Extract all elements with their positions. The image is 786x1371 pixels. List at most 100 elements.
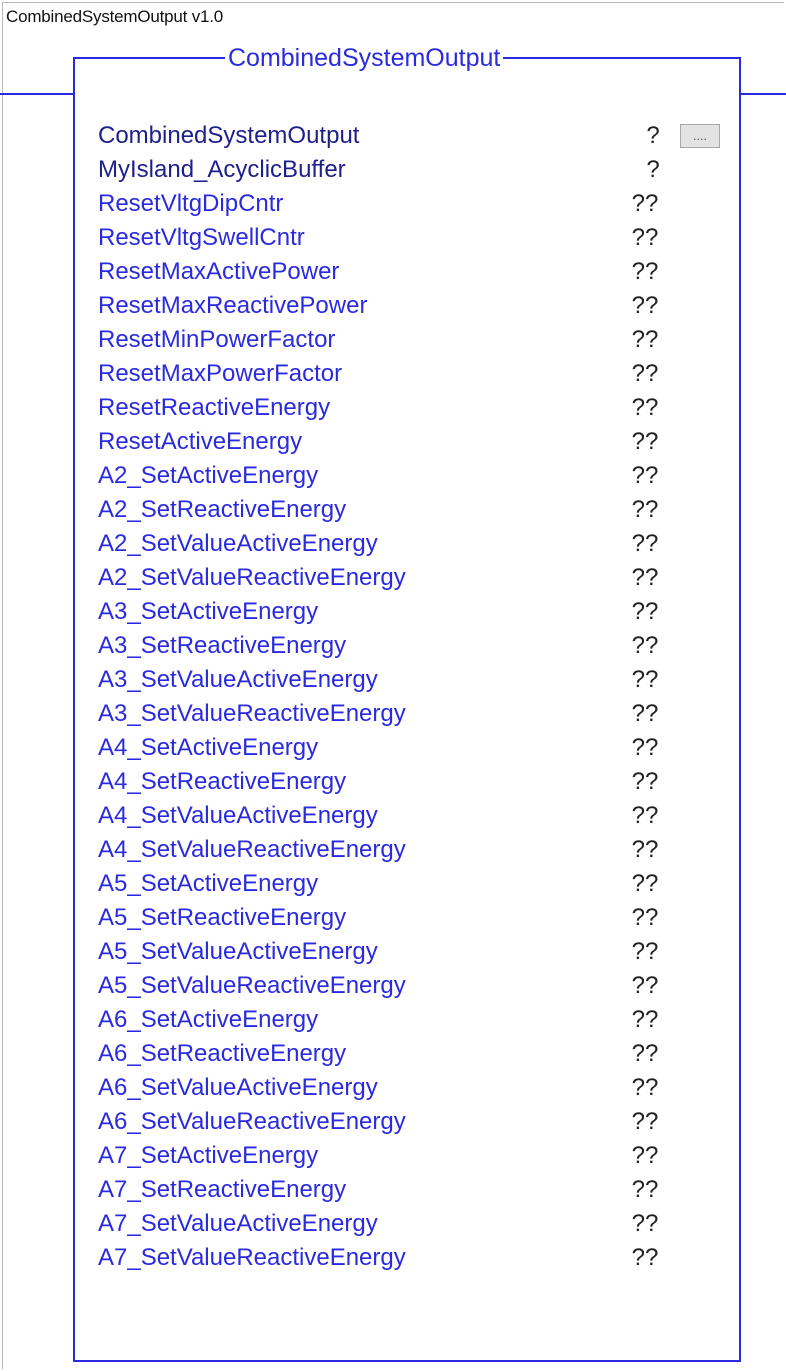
parameter-name: A6_SetValueReactiveEnergy xyxy=(98,1108,406,1135)
parameter-name: A6_SetActiveEnergy xyxy=(98,1006,319,1033)
parameter-value[interactable]: ?? xyxy=(625,255,665,289)
parameter-value[interactable]: ?? xyxy=(625,867,665,901)
parameter-row[interactable]: A4_SetActiveEnergy?? xyxy=(98,731,728,765)
parameter-value[interactable]: ?? xyxy=(625,833,665,867)
parameter-row[interactable]: A3_SetValueReactiveEnergy?? xyxy=(98,697,728,731)
parameter-row[interactable]: ResetMaxReactivePower?? xyxy=(98,289,728,323)
parameter-value[interactable]: ?? xyxy=(625,595,665,629)
parameter-name: A7_SetReactiveEnergy xyxy=(98,1176,347,1203)
parameter-row[interactable]: A7_SetActiveEnergy?? xyxy=(98,1139,728,1173)
instruction-name-version: CombinedSystemOutput v1.0 xyxy=(6,7,224,26)
parameter-value[interactable]: ?? xyxy=(625,1071,665,1105)
parameter-value[interactable]: ?? xyxy=(625,1003,665,1037)
block-title: CombinedSystemOutput xyxy=(225,45,504,71)
parameter-value[interactable]: ?? xyxy=(625,1139,665,1173)
rung-wire-right xyxy=(740,93,786,95)
parameter-value[interactable]: ?? xyxy=(625,1173,665,1207)
parameter-value[interactable]: ?? xyxy=(625,425,665,459)
parameter-row[interactable]: ResetVltgSwellCntr?? xyxy=(98,221,728,255)
parameter-name: A3_SetActiveEnergy xyxy=(98,598,319,625)
rung-wire-left xyxy=(0,93,74,95)
parameter-row[interactable]: A4_SetValueActiveEnergy?? xyxy=(98,799,728,833)
parameter-value[interactable]: ?? xyxy=(625,969,665,1003)
function-block-instruction[interactable]: CombinedSystemOutput CombinedSystemOutpu… xyxy=(73,45,741,1362)
parameter-value[interactable]: ? xyxy=(638,119,668,153)
parameter-value[interactable]: ?? xyxy=(625,731,665,765)
parameter-row[interactable]: A7_SetValueActiveEnergy?? xyxy=(98,1207,728,1241)
parameter-name: A5_SetActiveEnergy xyxy=(98,870,319,897)
parameter-row[interactable]: A7_SetValueReactiveEnergy?? xyxy=(98,1241,728,1275)
parameter-value[interactable]: ?? xyxy=(625,697,665,731)
parameter-row[interactable]: A5_SetValueActiveEnergy?? xyxy=(98,935,728,969)
parameter-value[interactable]: ?? xyxy=(625,323,665,357)
parameter-value[interactable]: ?? xyxy=(625,527,665,561)
parameter-value[interactable]: ?? xyxy=(625,221,665,255)
parameter-name: A5_SetValueActiveEnergy xyxy=(98,938,378,965)
parameter-name: A6_SetValueActiveEnergy xyxy=(98,1074,378,1101)
parameter-name: CombinedSystemOutput xyxy=(98,122,360,149)
parameter-name: ResetMinPowerFactor xyxy=(98,326,336,353)
parameter-value[interactable]: ?? xyxy=(625,765,665,799)
parameter-value[interactable]: ?? xyxy=(625,459,665,493)
parameter-name: A2_SetActiveEnergy xyxy=(98,462,319,489)
parameter-value[interactable]: ?? xyxy=(625,561,665,595)
parameter-name: MyIsland_AcyclicBuffer xyxy=(98,156,346,183)
parameter-row[interactable]: ResetMaxActivePower?? xyxy=(98,255,728,289)
parameter-name: ResetMaxPowerFactor xyxy=(98,360,343,387)
parameter-name: A2_SetValueActiveEnergy xyxy=(98,530,378,557)
parameter-value[interactable]: ?? xyxy=(625,1105,665,1139)
parameter-row[interactable]: A2_SetReactiveEnergy?? xyxy=(98,493,728,527)
parameter-name: ResetReactiveEnergy xyxy=(98,394,331,421)
parameter-name: ResetMaxReactivePower xyxy=(98,292,368,319)
parameter-row[interactable]: A5_SetActiveEnergy?? xyxy=(98,867,728,901)
parameter-row[interactable]: ResetReactiveEnergy?? xyxy=(98,391,728,425)
parameter-name: A2_SetReactiveEnergy xyxy=(98,496,347,523)
parameter-value[interactable]: ?? xyxy=(625,1037,665,1071)
parameter-row[interactable]: A5_SetValueReactiveEnergy?? xyxy=(98,969,728,1003)
parameter-row[interactable]: A6_SetReactiveEnergy?? xyxy=(98,1037,728,1071)
parameter-value[interactable]: ?? xyxy=(625,799,665,833)
parameter-row[interactable]: A2_SetValueActiveEnergy?? xyxy=(98,527,728,561)
parameter-row[interactable]: A3_SetActiveEnergy?? xyxy=(98,595,728,629)
parameter-name: A7_SetActiveEnergy xyxy=(98,1142,319,1169)
parameter-value[interactable]: ?? xyxy=(625,289,665,323)
browse-tag-button[interactable]: .... xyxy=(680,124,720,148)
parameter-value[interactable]: ?? xyxy=(625,629,665,663)
parameter-value[interactable]: ?? xyxy=(625,1241,665,1275)
parameter-row[interactable]: A2_SetValueReactiveEnergy?? xyxy=(98,561,728,595)
parameter-row[interactable]: A2_SetActiveEnergy?? xyxy=(98,459,728,493)
parameter-value[interactable]: ?? xyxy=(625,663,665,697)
parameter-name: A5_SetValueReactiveEnergy xyxy=(98,972,406,999)
parameter-row[interactable]: MyIsland_AcyclicBuffer? xyxy=(98,153,728,187)
parameter-row[interactable]: ResetVltgDipCntr?? xyxy=(98,187,728,221)
parameter-value[interactable]: ?? xyxy=(625,357,665,391)
parameter-row[interactable]: ResetActiveEnergy?? xyxy=(98,425,728,459)
parameter-row[interactable]: A4_SetReactiveEnergy?? xyxy=(98,765,728,799)
parameter-row[interactable]: A7_SetReactiveEnergy?? xyxy=(98,1173,728,1207)
parameter-row[interactable]: A3_SetValueActiveEnergy?? xyxy=(98,663,728,697)
parameter-name: A2_SetValueReactiveEnergy xyxy=(98,564,406,591)
parameter-value[interactable]: ? xyxy=(638,153,668,187)
parameter-row[interactable]: A6_SetActiveEnergy?? xyxy=(98,1003,728,1037)
parameter-value[interactable]: ?? xyxy=(625,1207,665,1241)
parameter-row[interactable]: A4_SetValueReactiveEnergy?? xyxy=(98,833,728,867)
parameter-row[interactable]: A6_SetValueReactiveEnergy?? xyxy=(98,1105,728,1139)
parameter-name: A3_SetReactiveEnergy xyxy=(98,632,347,659)
parameter-row[interactable]: CombinedSystemOutput?.... xyxy=(98,119,728,153)
parameter-value[interactable]: ?? xyxy=(625,901,665,935)
parameter-name: A4_SetActiveEnergy xyxy=(98,734,319,761)
parameter-row[interactable]: ResetMinPowerFactor?? xyxy=(98,323,728,357)
parameter-value[interactable]: ?? xyxy=(625,935,665,969)
parameter-row[interactable]: ResetMaxPowerFactor?? xyxy=(98,357,728,391)
parameter-value[interactable]: ?? xyxy=(625,493,665,527)
parameter-name: ResetActiveEnergy xyxy=(98,428,303,455)
parameter-name: A6_SetReactiveEnergy xyxy=(98,1040,347,1067)
parameter-name: A3_SetValueActiveEnergy xyxy=(98,666,378,693)
parameter-name: A4_SetReactiveEnergy xyxy=(98,768,347,795)
parameter-value[interactable]: ?? xyxy=(625,391,665,425)
parameter-row[interactable]: A3_SetReactiveEnergy?? xyxy=(98,629,728,663)
parameter-row[interactable]: A6_SetValueActiveEnergy?? xyxy=(98,1071,728,1105)
parameter-name: A5_SetReactiveEnergy xyxy=(98,904,347,931)
parameter-value[interactable]: ?? xyxy=(625,187,665,221)
parameter-row[interactable]: A5_SetReactiveEnergy?? xyxy=(98,901,728,935)
